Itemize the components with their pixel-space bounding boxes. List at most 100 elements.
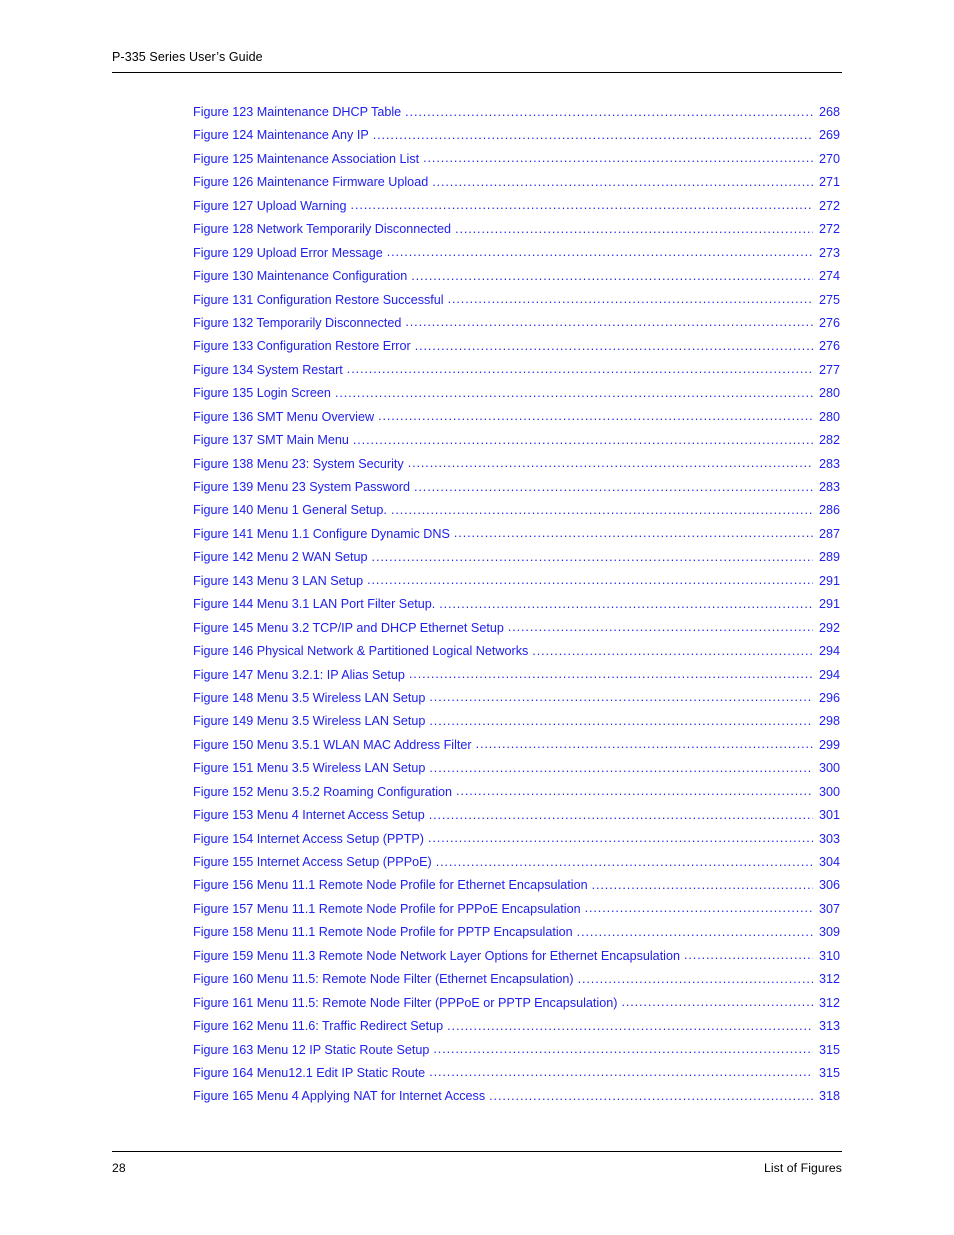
figure-entry-label: Figure 146 Physical Network & Partitione… <box>193 644 529 659</box>
figure-entry-page-number: 301 <box>818 808 840 823</box>
list-of-figures-entry[interactable]: Figure 125 Maintenance Association List … <box>193 152 840 175</box>
list-of-figures-entry[interactable]: Figure 127 Upload Warning ..............… <box>193 199 840 222</box>
list-of-figures-entry[interactable]: Figure 151 Menu 3.5 Wireless LAN Setup..… <box>193 761 840 784</box>
list-of-figures-entry[interactable]: Figure 131 Configuration Restore Success… <box>193 293 840 316</box>
figure-entry-label: Figure 147 Menu 3.2.1: IP Alias Setup <box>193 667 405 682</box>
figure-entry-label: Figure 159 Menu 11.3 Remote Node Network… <box>193 948 680 963</box>
figure-entry-label: Figure 156 Menu 11.1 Remote Node Profile… <box>193 878 588 893</box>
list-of-figures-entry[interactable]: Figure 153 Menu 4 Internet Access Setup.… <box>193 808 840 831</box>
list-of-figures-entry[interactable]: Figure 139 Menu 23 System Password......… <box>193 480 840 503</box>
figure-entry-label: Figure 158 Menu 11.1 Remote Node Profile… <box>193 925 573 940</box>
list-of-figures-entry[interactable]: Figure 130 Maintenance Configuration....… <box>193 269 840 292</box>
dot-leader: ........................................… <box>429 714 813 728</box>
figure-entry-page-number: 306 <box>818 878 840 893</box>
dot-leader: ........................................… <box>378 409 813 424</box>
list-of-figures-entry[interactable]: Figure 141 Menu 1.1 Configure Dynamic DN… <box>193 527 840 550</box>
header-title: P-335 Series User’s Guide <box>112 50 263 64</box>
running-header: P-335 Series User’s Guide <box>112 50 842 64</box>
list-of-figures-entry[interactable]: Figure 148 Menu 3.5 Wireless LAN Setup..… <box>193 691 840 714</box>
dot-leader: ........................................… <box>423 151 813 166</box>
dot-leader: ........................................… <box>455 222 813 236</box>
dot-leader: ........................................… <box>411 269 813 283</box>
list-of-figures-entry[interactable]: Figure 146 Physical Network & Partitione… <box>193 644 840 667</box>
list-of-figures-entry[interactable]: Figure 161 Menu 11.5: Remote Node Filter… <box>193 996 840 1019</box>
figure-entry-label: Figure 142 Menu 2 WAN Setup <box>193 550 368 565</box>
list-of-figures-entry[interactable]: Figure 144 Menu 3.1 LAN Port Filter Setu… <box>193 597 840 620</box>
list-of-figures-entry[interactable]: Figure 152 Menu 3.5.2 Roaming Configurat… <box>193 785 840 808</box>
list-of-figures-entry[interactable]: Figure 129 Upload Error Message.........… <box>193 246 840 269</box>
list-of-figures-entry[interactable]: Figure 137 SMT Main Menu................… <box>193 433 840 456</box>
dot-leader: ........................................… <box>684 948 813 963</box>
figure-entry-page-number: 270 <box>818 151 840 166</box>
dot-leader: ........................................… <box>429 690 813 705</box>
figure-entry-label: Figure 124 Maintenance Any IP <box>193 128 369 143</box>
list-of-figures-entry[interactable]: Figure 123 Maintenance DHCP Table.......… <box>193 105 840 128</box>
list-of-figures-entry[interactable]: Figure 145 Menu 3.2 TCP/IP and DHCP Ethe… <box>193 621 840 644</box>
list-of-figures-entry[interactable]: Figure 164 Menu12.1 Edit IP Static Route… <box>193 1066 840 1089</box>
figure-entry-label: Figure 161 Menu 11.5: Remote Node Filter… <box>193 995 618 1010</box>
figure-entry-page-number: 291 <box>818 597 840 612</box>
figure-entry-page-number: 268 <box>818 105 840 119</box>
footer-section-title: List of Figures <box>763 1161 842 1175</box>
list-of-figures-entry[interactable]: Figure 140 Menu 1 General Setup.........… <box>193 503 840 526</box>
dot-leader: ........................................… <box>584 901 813 916</box>
dot-leader: ........................................… <box>352 433 813 447</box>
dot-leader: ........................................… <box>428 831 813 846</box>
figure-entry-label: Figure 137 SMT Main Menu <box>193 433 349 448</box>
list-of-figures-entry[interactable]: Figure 126 Maintenance Firmware Upload..… <box>193 175 840 198</box>
figure-entry-label: Figure 138 Menu 23: System Security <box>193 456 404 471</box>
list-of-figures-entry[interactable]: Figure 150 Menu 3.5.1 WLAN MAC Address F… <box>193 738 840 761</box>
figure-entry-label: Figure 162 Menu 11.6: Traffic Redirect S… <box>193 1019 444 1034</box>
list-of-figures-entry[interactable]: Figure 147 Menu 3.2.1: IP Alias Setup...… <box>193 668 840 691</box>
list-of-figures-entry[interactable]: Figure 134 System Restart ..............… <box>193 363 840 386</box>
figure-entry-page-number: 271 <box>818 175 840 190</box>
dot-leader: ........................................… <box>405 315 813 330</box>
list-of-figures-entry[interactable]: Figure 158 Menu 11.1 Remote Node Profile… <box>193 925 840 948</box>
figure-entry-label: Figure 140 Menu 1 General Setup. <box>193 503 387 518</box>
list-of-figures-entry[interactable]: Figure 157 Menu 11.1 Remote Node Profile… <box>193 902 840 925</box>
document-page: P-335 Series User’s Guide Figure 123 Mai… <box>0 0 954 1235</box>
list-of-figures-entry[interactable]: Figure 154 Internet Access Setup (PPTP) … <box>193 832 840 855</box>
figure-entry-page-number: 310 <box>818 948 840 963</box>
list-of-figures-entry[interactable]: Figure 162 Menu 11.6: Traffic Redirect S… <box>193 1019 840 1042</box>
figure-entry-page-number: 287 <box>818 526 840 541</box>
dot-leader: ........................................… <box>334 386 813 400</box>
figure-entry-label: Figure 143 Menu 3 LAN Setup <box>193 573 364 588</box>
dot-leader: ........................................… <box>475 737 813 752</box>
figure-entry-label: Figure 163 Menu 12 IP Static Route Setup <box>193 1042 430 1057</box>
list-of-figures-entry[interactable]: Figure 142 Menu 2 WAN Setup ............… <box>193 550 840 573</box>
dot-leader: ........................................… <box>439 597 813 611</box>
figure-entry-page-number: 307 <box>818 901 840 916</box>
list-of-figures-entry[interactable]: Figure 136 SMT Menu Overview ...........… <box>193 410 840 433</box>
list-of-figures-entry[interactable]: Figure 149 Menu 3.5 Wireless LAN Setup .… <box>193 714 840 737</box>
figure-entry-page-number: 312 <box>818 972 840 987</box>
list-of-figures-entry[interactable]: Figure 132 Temporarily Disconnected.....… <box>193 316 840 339</box>
list-of-figures-entry[interactable]: Figure 163 Menu 12 IP Static Route Setup… <box>193 1043 840 1066</box>
dot-leader: ........................................… <box>408 667 813 682</box>
list-of-figures-entry[interactable]: Figure 159 Menu 11.3 Remote Node Network… <box>193 949 840 972</box>
list-of-figures-entry[interactable]: Figure 135 Login Screen.................… <box>193 386 840 409</box>
list-of-figures-entry[interactable]: Figure 138 Menu 23: System Security.....… <box>193 457 840 480</box>
dot-leader: ........................................… <box>489 1089 813 1103</box>
dot-leader: ........................................… <box>386 245 813 260</box>
figure-entry-label: Figure 133 Configuration Restore Error <box>193 339 411 354</box>
figure-entry-label: Figure 148 Menu 3.5 Wireless LAN Setup <box>193 690 426 705</box>
list-of-figures-entry[interactable]: Figure 133 Configuration Restore Error..… <box>193 339 840 362</box>
list-of-figures-entry[interactable]: Figure 124 Maintenance Any IP...........… <box>193 128 840 151</box>
list-of-figures-entry[interactable]: Figure 143 Menu 3 LAN Setup.............… <box>193 574 840 597</box>
figure-entry-label: Figure 128 Network Temporarily Disconnec… <box>193 222 452 237</box>
figure-entry-page-number: 304 <box>818 855 840 869</box>
list-of-figures-entry[interactable]: Figure 155 Internet Access Setup (PPPoE)… <box>193 855 840 878</box>
dot-leader: ........................................… <box>507 620 813 635</box>
figure-entry-page-number: 276 <box>818 315 840 330</box>
list-of-figures-entry[interactable]: Figure 156 Menu 11.1 Remote Node Profile… <box>193 878 840 901</box>
dot-leader: ........................................… <box>456 784 813 799</box>
list-of-figures-entry[interactable]: Figure 160 Menu 11.5: Remote Node Filter… <box>193 972 840 995</box>
list-of-figures-entry[interactable]: Figure 128 Network Temporarily Disconnec… <box>193 222 840 245</box>
figure-entry-page-number: 315 <box>818 1065 840 1080</box>
dot-leader: ........................................… <box>429 761 813 775</box>
list-of-figures-entry[interactable]: Figure 165 Menu 4 Applying NAT for Inter… <box>193 1089 840 1112</box>
figure-entry-page-number: 272 <box>818 222 840 237</box>
figure-entry-label: Figure 160 Menu 11.5: Remote Node Filter… <box>193 972 574 987</box>
dot-leader: ........................................… <box>414 480 813 494</box>
